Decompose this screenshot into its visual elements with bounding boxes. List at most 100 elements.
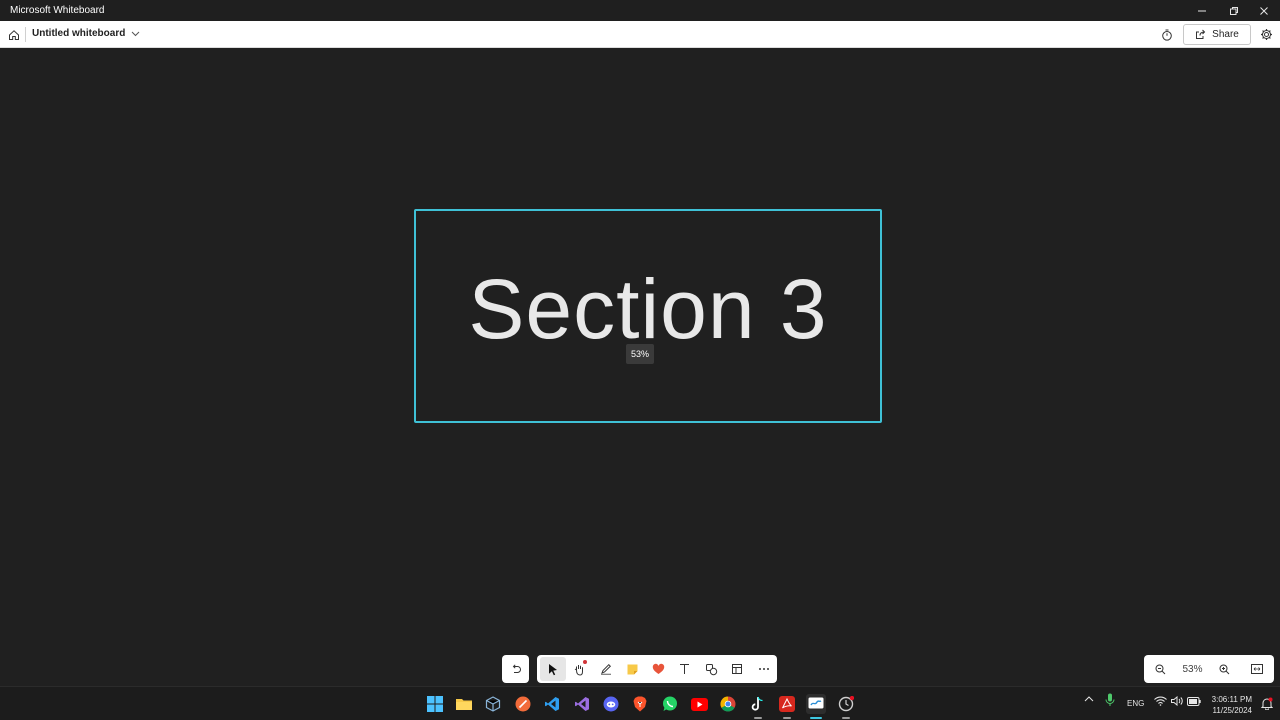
- cursor-icon: [549, 663, 558, 675]
- taskbar-chrome[interactable]: [718, 694, 738, 714]
- chevron-down-icon: [131, 31, 140, 36]
- taskbar-app-clock[interactable]: [836, 694, 856, 719]
- template-icon: [732, 664, 743, 674]
- visual-studio-icon: [575, 697, 589, 711]
- sticky-note-tool[interactable]: [619, 657, 645, 681]
- battery-icon: [1187, 697, 1201, 706]
- share-icon: [1196, 29, 1206, 39]
- select-tool[interactable]: [540, 657, 567, 681]
- zoom-level[interactable]: 53%: [1182, 664, 1202, 675]
- taskbar-whiteboard[interactable]: [806, 694, 826, 719]
- volume-status[interactable]: [1171, 695, 1184, 708]
- taskbar-youtube[interactable]: [689, 694, 709, 714]
- shapes-tool[interactable]: [698, 657, 724, 681]
- text-tool[interactable]: [672, 657, 698, 681]
- clock-date: 11/25/2024: [1212, 706, 1252, 715]
- discord-icon: [603, 696, 619, 712]
- zoom-tooltip: 53%: [626, 344, 654, 364]
- notifications-button[interactable]: [1260, 697, 1274, 715]
- pan-tool[interactable]: [566, 657, 592, 681]
- tiktok-icon: [751, 696, 763, 711]
- battery-status[interactable]: [1187, 697, 1201, 708]
- taskbar-visual-studio[interactable]: [572, 694, 592, 714]
- taskbar-whatsapp[interactable]: [660, 694, 680, 714]
- whiteboard-canvas[interactable]: Section 3 53%: [0, 48, 1280, 686]
- app-title: Microsoft Whiteboard: [10, 5, 105, 16]
- board-title: Untitled whiteboard: [32, 28, 126, 39]
- microphone-icon: [1105, 693, 1115, 706]
- minimize-button[interactable]: [1186, 0, 1218, 21]
- board-title-dropdown[interactable]: Untitled whiteboard: [32, 28, 140, 39]
- taskbar-acrobat[interactable]: [777, 694, 797, 719]
- pen-tool[interactable]: [593, 657, 619, 681]
- close-button[interactable]: [1248, 0, 1280, 21]
- chrome-icon: [720, 696, 736, 712]
- wifi-icon: [1154, 696, 1167, 706]
- section-frame[interactable]: Section 3: [414, 209, 882, 423]
- brave-icon: [633, 696, 647, 712]
- section-title[interactable]: Section 3: [416, 267, 880, 351]
- input-language[interactable]: ENG: [1127, 699, 1144, 708]
- fit-screen-icon: [1251, 664, 1264, 674]
- zoom-out-icon: [1155, 664, 1166, 674]
- text-icon: [680, 664, 690, 674]
- settings-button[interactable]: [1258, 26, 1275, 43]
- taskbar-discord[interactable]: [601, 694, 621, 714]
- zoom-in-button[interactable]: [1213, 658, 1235, 680]
- system-clock[interactable]: 3:06:11 PM 11/25/2024: [1212, 694, 1252, 716]
- windows-start-icon: [427, 696, 443, 712]
- taskbar: ENG 3:06:11 PM 11/25/2024: [0, 686, 1280, 720]
- cube-icon: [485, 696, 501, 712]
- home-icon: [8, 29, 19, 40]
- reactions-tool[interactable]: [645, 657, 671, 681]
- speaker-icon: [1171, 695, 1183, 707]
- taskbar-active-indicator: [810, 717, 822, 719]
- sticky-note-icon: [627, 664, 638, 674]
- heart-icon: [652, 663, 665, 674]
- undo-icon: [512, 664, 521, 673]
- taskbar-running-indicator: [842, 717, 850, 719]
- restore-icon: [1230, 6, 1238, 15]
- vscode-icon: [545, 697, 559, 711]
- timer-icon: [1161, 29, 1172, 41]
- zoom-out-button[interactable]: [1149, 658, 1171, 680]
- taskbar-running-indicator: [783, 717, 791, 719]
- taskbar-running-indicator: [754, 717, 762, 719]
- network-status[interactable]: [1154, 696, 1167, 708]
- undo-button[interactable]: [502, 655, 529, 683]
- whiteboard-icon: [808, 697, 824, 709]
- home-button[interactable]: [5, 26, 22, 43]
- close-icon: [1260, 6, 1268, 15]
- whatsapp-icon: [663, 696, 677, 711]
- tray-overflow-button[interactable]: [1084, 695, 1094, 705]
- fit-to-screen-button[interactable]: [1246, 658, 1268, 680]
- app-clock-icon: [838, 696, 854, 712]
- microphone-status[interactable]: [1105, 693, 1115, 709]
- taskbar-brave[interactable]: [630, 694, 650, 714]
- clock-time: 3:06:11 PM: [1211, 695, 1252, 704]
- acrobat-icon: [779, 696, 795, 712]
- shapes-icon: [705, 663, 717, 675]
- start-button[interactable]: [425, 694, 445, 714]
- share-button[interactable]: Share: [1183, 24, 1251, 45]
- bell-icon: [1260, 697, 1274, 711]
- more-tools-button[interactable]: [751, 657, 777, 681]
- templates-tool[interactable]: [724, 657, 750, 681]
- header-divider: [25, 27, 26, 42]
- youtube-icon: [690, 697, 708, 711]
- taskbar-tiktok[interactable]: [748, 694, 768, 719]
- minimize-icon: [1198, 10, 1206, 11]
- timer-button[interactable]: [1158, 26, 1175, 43]
- taskbar-virtualbox[interactable]: [483, 694, 503, 714]
- zoom-in-icon: [1219, 664, 1230, 674]
- header-bar: Untitled whiteboard Share: [0, 21, 1280, 48]
- zoom-controls: 53%: [1144, 655, 1274, 683]
- pen-icon: [600, 663, 611, 675]
- taskbar-app-orange[interactable]: [513, 694, 533, 714]
- taskbar-file-explorer[interactable]: [454, 694, 474, 714]
- folder-icon: [456, 699, 472, 710]
- creation-toolbar: [537, 655, 777, 683]
- taskbar-vscode[interactable]: [542, 694, 562, 714]
- restore-button[interactable]: [1218, 0, 1250, 21]
- share-label: Share: [1212, 29, 1239, 40]
